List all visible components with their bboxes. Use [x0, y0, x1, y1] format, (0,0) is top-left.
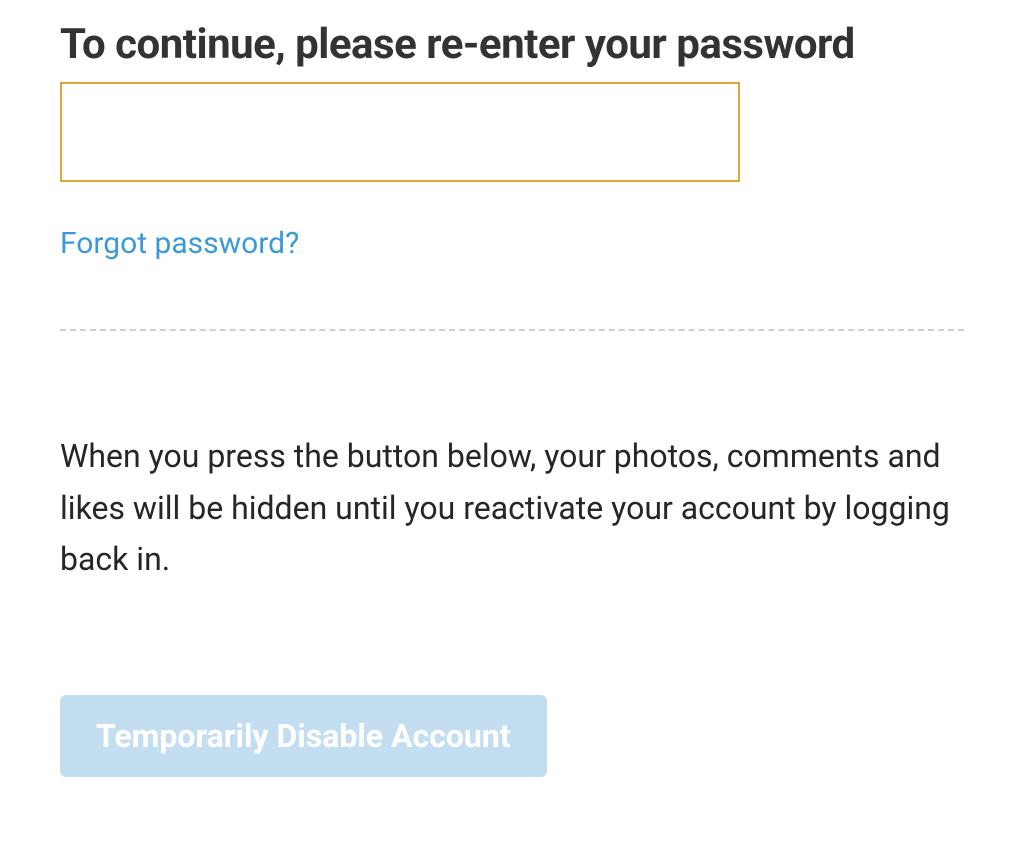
password-input[interactable] — [60, 82, 740, 182]
forgot-password-link[interactable]: Forgot password? — [60, 226, 299, 261]
section-divider — [60, 329, 964, 331]
disable-info-text: When you press the button below, your ph… — [60, 431, 964, 585]
password-heading: To continue, please re-enter your passwo… — [60, 20, 964, 70]
temporarily-disable-button[interactable]: Temporarily Disable Account — [60, 695, 547, 777]
